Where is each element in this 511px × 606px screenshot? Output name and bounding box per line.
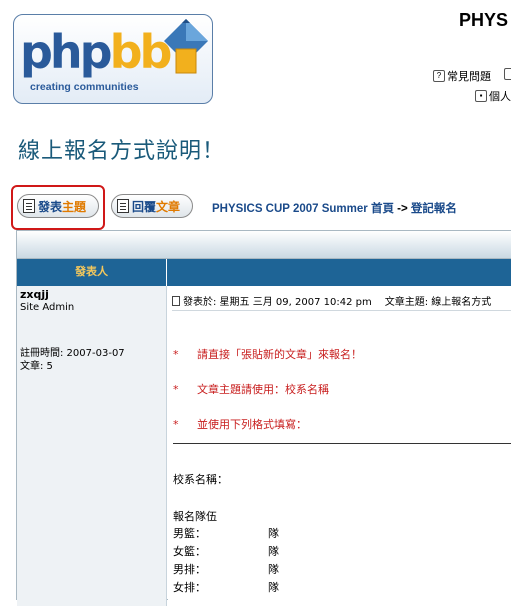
instruction-text: 文章主題請使用：校系名稱 — [197, 383, 329, 396]
logo-cube-icon — [164, 19, 208, 74]
site-title: PHYS — [459, 10, 509, 30]
instruction-text: 請直接「張貼新的文章」來報名！ — [197, 348, 362, 361]
post-table: 發表人 zxqjj Site Admin 註冊時間: 2007-03-07 文章… — [16, 230, 511, 606]
team-row: 女排： 隊 — [173, 579, 279, 595]
post-author-count: 文章: 5 — [20, 361, 53, 372]
profile-link[interactable]: ▪ 個人 — [475, 88, 511, 104]
post-meta: 發表於: 星期五 三月 09, 2007 10:42 pm 文章主題: 線上報名… — [172, 293, 491, 308]
faq-label: 常見問題 — [447, 71, 491, 83]
dashed-separator — [173, 443, 511, 445]
post-date: 發表於: 星期五 三月 09, 2007 10:42 pm — [183, 297, 372, 308]
box-icon — [504, 68, 511, 80]
breadcrumb-sub-link[interactable]: 登記報名 — [411, 203, 457, 215]
logo-tagline: creating communities — [30, 81, 139, 93]
logo-wordmark: phpbb — [20, 25, 173, 79]
team-row-label: 男籃： — [173, 527, 206, 540]
logo-bb: bb — [109, 25, 173, 79]
meta-divider — [172, 310, 511, 311]
reply-icon — [117, 199, 129, 213]
extra-link[interactable] — [504, 68, 511, 80]
instruction-text: 並使用下列格式填寫： — [197, 418, 307, 431]
post-author-rank: Site Admin — [20, 302, 75, 313]
instruction-line: * 文章主題請使用：校系名稱 — [173, 381, 329, 397]
post-body-column: 發表於: 星期五 三月 09, 2007 10:42 pm 文章主題: 線上報名… — [168, 286, 511, 606]
breadcrumb: PHYSICS CUP 2007 Summer 首頁 -> 登記報名 — [212, 200, 457, 216]
team-row-unit: 隊 — [268, 563, 279, 576]
team-row-unit: 隊 — [268, 581, 279, 594]
post-author-column: zxqjj Site Admin 註冊時間: 2007-03-07 文章: 5 — [17, 286, 167, 606]
highlight-annotation — [11, 185, 105, 230]
team-label: 報名隊伍 — [173, 510, 217, 523]
breadcrumb-forum-link[interactable]: PHYSICS CUP 2007 Summer 首頁 — [212, 203, 394, 215]
reply-label-part1: 回覆 — [132, 199, 157, 214]
instruction-star: * — [173, 383, 179, 396]
profile-label: 個人 — [489, 91, 511, 103]
team-row-unit: 隊 — [268, 527, 279, 540]
reply-label-part2: 文章 — [156, 199, 181, 214]
faq-link[interactable]: ? 常見問題 — [433, 68, 491, 84]
team-row: 男籃： 隊 — [173, 525, 279, 541]
topic-title[interactable]: 線上報名方式說明！ — [18, 133, 225, 165]
team-row-label: 女排： — [173, 581, 206, 594]
team-row: 男排： 隊 — [173, 561, 279, 577]
team-row: 女籃： 隊 — [173, 543, 279, 559]
team-row-unit: 隊 — [268, 545, 279, 558]
post-icon[interactable] — [172, 295, 180, 306]
post-subject: 文章主題: 線上報名方式 — [384, 297, 492, 308]
author-column-header: 發表人 — [17, 259, 167, 286]
phpbb-logo[interactable]: phpbb creating communities — [13, 14, 213, 104]
reply-button[interactable]: 回覆文章 — [111, 194, 193, 218]
school-label: 校系名稱： — [173, 473, 228, 486]
team-row-label: 男排： — [173, 563, 206, 576]
reply-label: 回覆文章 — [132, 198, 180, 215]
breadcrumb-arrow: -> — [393, 203, 411, 215]
help-icon: ? — [433, 70, 445, 82]
team-row-label: 女籃： — [173, 545, 206, 558]
logo-php: php — [20, 25, 113, 79]
instruction-line: * 並使用下列格式填寫： — [173, 416, 307, 432]
table-header: 發表人 — [17, 259, 511, 286]
post-author-name[interactable]: zxqjj — [20, 288, 49, 301]
instruction-star: * — [173, 418, 179, 431]
table-category-bar — [17, 231, 511, 259]
instruction-line: * 請直接「張貼新的文章」來報名！ — [173, 346, 362, 362]
instruction-star: * — [173, 348, 179, 361]
profile-icon: ▪ — [475, 90, 487, 102]
